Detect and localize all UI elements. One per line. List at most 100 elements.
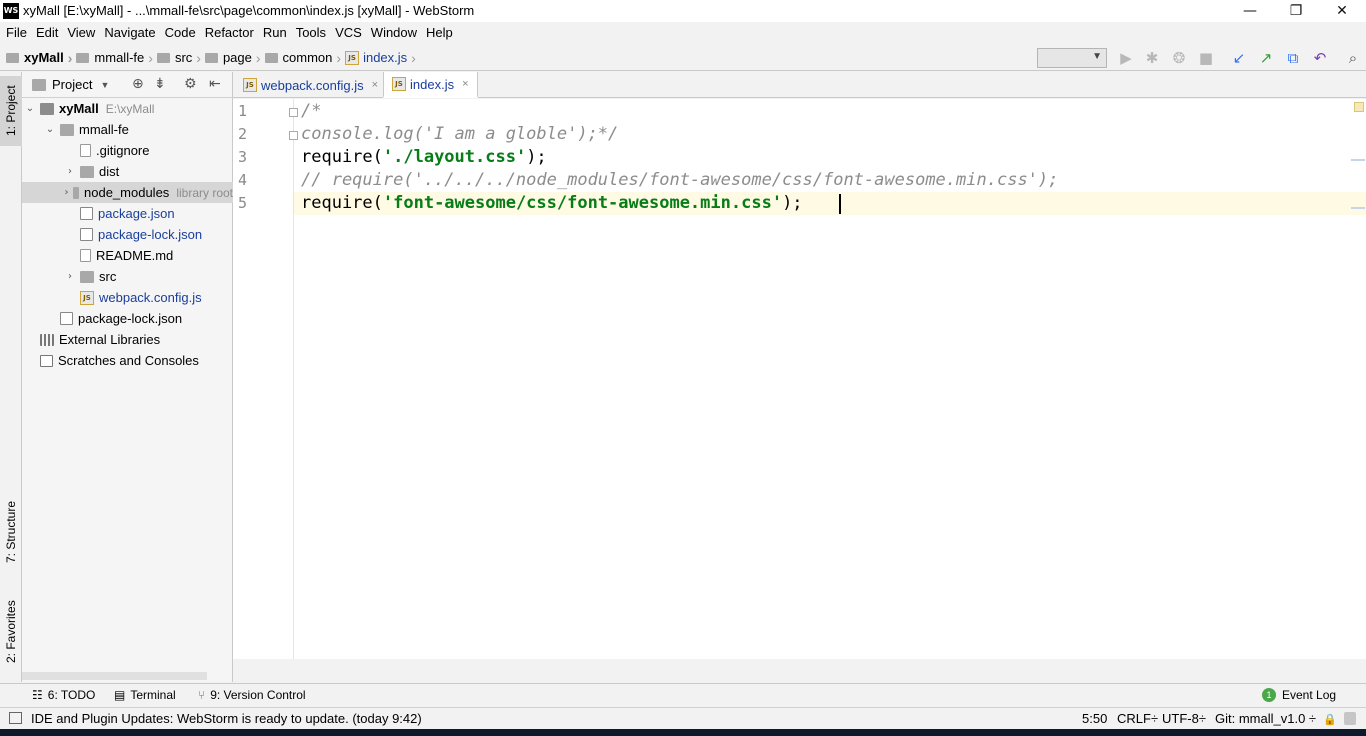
close-window-button[interactable]: ✕ xyxy=(1319,0,1365,22)
lock-icon[interactable]: 🔒 xyxy=(1323,713,1337,726)
chevron-right-icon: › xyxy=(148,49,153,66)
event-log-tool-tab[interactable]: 1 Event Log xyxy=(1262,688,1336,702)
tree-item-webpack-config[interactable]: JS webpack.config.js xyxy=(22,287,233,308)
version-control-tool-tab[interactable]: ⑂ 9: Version Control xyxy=(198,688,306,702)
chevron-down-icon: ▼ xyxy=(100,79,110,90)
scratch-icon xyxy=(40,354,53,367)
text-file-icon xyxy=(80,144,91,157)
project-panel-header: Project ▼ ⊕ ⇟ ⚙ ⇤ xyxy=(22,72,233,98)
project-tool-tab[interactable]: 1: Project xyxy=(0,76,22,146)
os-taskbar xyxy=(0,729,1366,736)
menu-run[interactable]: Run xyxy=(263,22,292,44)
tree-item-src[interactable]: › src xyxy=(22,266,233,287)
menu-view[interactable]: View xyxy=(67,22,100,44)
chevron-right-icon: › xyxy=(68,166,72,177)
fold-marker-icon[interactable] xyxy=(289,108,298,117)
terminal-icon: ▤ xyxy=(114,688,126,702)
js-file-icon: JS xyxy=(80,290,94,305)
close-icon[interactable]: × xyxy=(372,79,378,91)
menu-vcs[interactable]: VCS xyxy=(335,22,367,44)
project-view-selector[interactable]: Project ▼ xyxy=(32,77,109,92)
locate-file-icon[interactable]: ⊕ xyxy=(132,76,144,92)
folder-icon xyxy=(40,102,54,115)
vcs-commit-icon[interactable]: ↗ xyxy=(1256,48,1276,68)
fold-marker-icon[interactable] xyxy=(289,131,298,140)
menu-refactor[interactable]: Refactor xyxy=(205,22,259,44)
file-encoding[interactable]: UTF-8÷ xyxy=(1162,711,1206,726)
hide-panel-icon[interactable]: ⇤ xyxy=(209,76,221,92)
webstorm-logo-icon: WS xyxy=(3,3,19,19)
line-separator[interactable]: CRLF÷ xyxy=(1117,711,1158,726)
left-tool-stripe: 1: Project 7: Structure 2: Favorites xyxy=(0,72,22,682)
git-branch[interactable]: Git: mmall_v1.0 ÷ xyxy=(1215,711,1316,726)
menu-help[interactable]: Help xyxy=(426,22,458,44)
terminal-tool-tab[interactable]: ▤ Terminal xyxy=(114,688,176,702)
menu-window[interactable]: Window xyxy=(371,22,422,44)
editor-tab-bar: JS webpack.config.js × JS index.js × xyxy=(233,72,1366,98)
project-horizontal-scrollbar[interactable] xyxy=(22,672,207,680)
chevron-down-icon: ▼ xyxy=(1092,51,1102,62)
tree-item-package-lock-json[interactable]: package-lock.json xyxy=(22,224,233,245)
code-editor[interactable]: 1 2 3 4 5 /* console.log('I am a globle'… xyxy=(233,99,1366,659)
tree-item-root-package-lock[interactable]: package-lock.json xyxy=(22,308,233,329)
minimize-button[interactable]: — xyxy=(1227,0,1273,22)
tree-item-package-json[interactable]: package.json xyxy=(22,203,233,224)
tab-webpack-config[interactable]: JS webpack.config.js × xyxy=(235,72,386,98)
run-configuration-select[interactable]: ▼ xyxy=(1037,48,1107,68)
folder-icon xyxy=(156,52,170,63)
menu-code[interactable]: Code xyxy=(165,22,201,44)
chevron-down-icon: ⌄ xyxy=(25,103,35,114)
status-message[interactable]: IDE and Plugin Updates: WebStorm is read… xyxy=(31,711,422,726)
menu-tools[interactable]: Tools xyxy=(296,22,331,44)
tree-item-readme[interactable]: README.md xyxy=(22,245,233,266)
todo-tool-tab[interactable]: ☷ 6: TODO xyxy=(32,688,95,702)
compare-icon[interactable]: ⧉ xyxy=(1283,48,1303,68)
tree-item-node-modules[interactable]: › node_modules library root xyxy=(22,182,233,203)
menu-edit[interactable]: Edit xyxy=(36,22,63,44)
breadcrumb-mmall-fe[interactable]: mmall-fe › xyxy=(76,50,153,66)
tab-index-js[interactable]: JS index.js × xyxy=(383,72,478,98)
close-icon[interactable]: × xyxy=(462,78,468,90)
chevron-right-icon: › xyxy=(68,271,72,282)
vcs-update-icon[interactable]: ↙ xyxy=(1229,48,1249,68)
menu-navigate[interactable]: Navigate xyxy=(104,22,160,44)
breadcrumb-page[interactable]: page › xyxy=(204,50,261,66)
collapse-all-icon[interactable]: ⇟ xyxy=(154,76,166,92)
debug-icon[interactable]: ✱ xyxy=(1142,48,1162,68)
breadcrumb-common[interactable]: common › xyxy=(264,50,341,66)
window-title: xyMall [E:\xyMall] - ...\mmall-fe\src\pa… xyxy=(23,3,475,18)
tree-item-external-libraries[interactable]: External Libraries xyxy=(22,329,233,350)
stop-icon[interactable]: ■ xyxy=(1196,48,1216,68)
todo-icon: ☷ xyxy=(32,688,43,702)
markdown-file-icon xyxy=(80,249,91,262)
tree-item-mmall-fe[interactable]: ⌄ mmall-fe xyxy=(22,119,233,140)
favorites-tool-tab[interactable]: 2: Favorites xyxy=(0,592,22,672)
revert-icon[interactable]: ↶ xyxy=(1310,48,1330,68)
maximize-button[interactable]: ❐ xyxy=(1273,0,1319,22)
search-icon[interactable]: ⌕ xyxy=(1343,48,1363,68)
inspector-icon[interactable] xyxy=(1344,712,1356,725)
coverage-icon[interactable]: ❂ xyxy=(1169,48,1189,68)
structure-tool-tab[interactable]: 7: Structure xyxy=(0,492,22,572)
tree-item-dist[interactable]: › dist xyxy=(22,161,233,182)
run-icon[interactable]: ▶ xyxy=(1116,48,1136,68)
tool-windows-toggle-icon[interactable] xyxy=(9,712,22,724)
code-line-2: console.log('I am a globle');*/ xyxy=(301,124,619,144)
breadcrumb-xymall[interactable]: xyMall › xyxy=(6,50,72,66)
tree-item-scratches[interactable]: Scratches and Consoles xyxy=(22,350,233,371)
line-number: 4 xyxy=(238,171,248,189)
caret-position[interactable]: 5:50 xyxy=(1082,711,1107,726)
gear-icon[interactable]: ⚙ xyxy=(184,76,197,92)
json-file-icon xyxy=(80,207,93,220)
folder-icon xyxy=(204,52,218,63)
tree-item-xymall[interactable]: ⌄ xyMall E:\xyMall xyxy=(22,98,233,119)
breadcrumb-src[interactable]: src › xyxy=(156,50,201,66)
breadcrumb-index-js[interactable]: JS index.js › xyxy=(345,50,416,66)
inspection-status-icon[interactable] xyxy=(1354,102,1364,112)
tree-item-gitignore[interactable]: .gitignore xyxy=(22,140,233,161)
code-line-4: // require('../../../node_modules/font-a… xyxy=(301,170,1059,190)
menu-file[interactable]: File xyxy=(6,22,32,44)
js-file-icon: JS xyxy=(243,78,257,92)
library-icon xyxy=(40,333,54,346)
chevron-right-icon: › xyxy=(411,49,416,66)
